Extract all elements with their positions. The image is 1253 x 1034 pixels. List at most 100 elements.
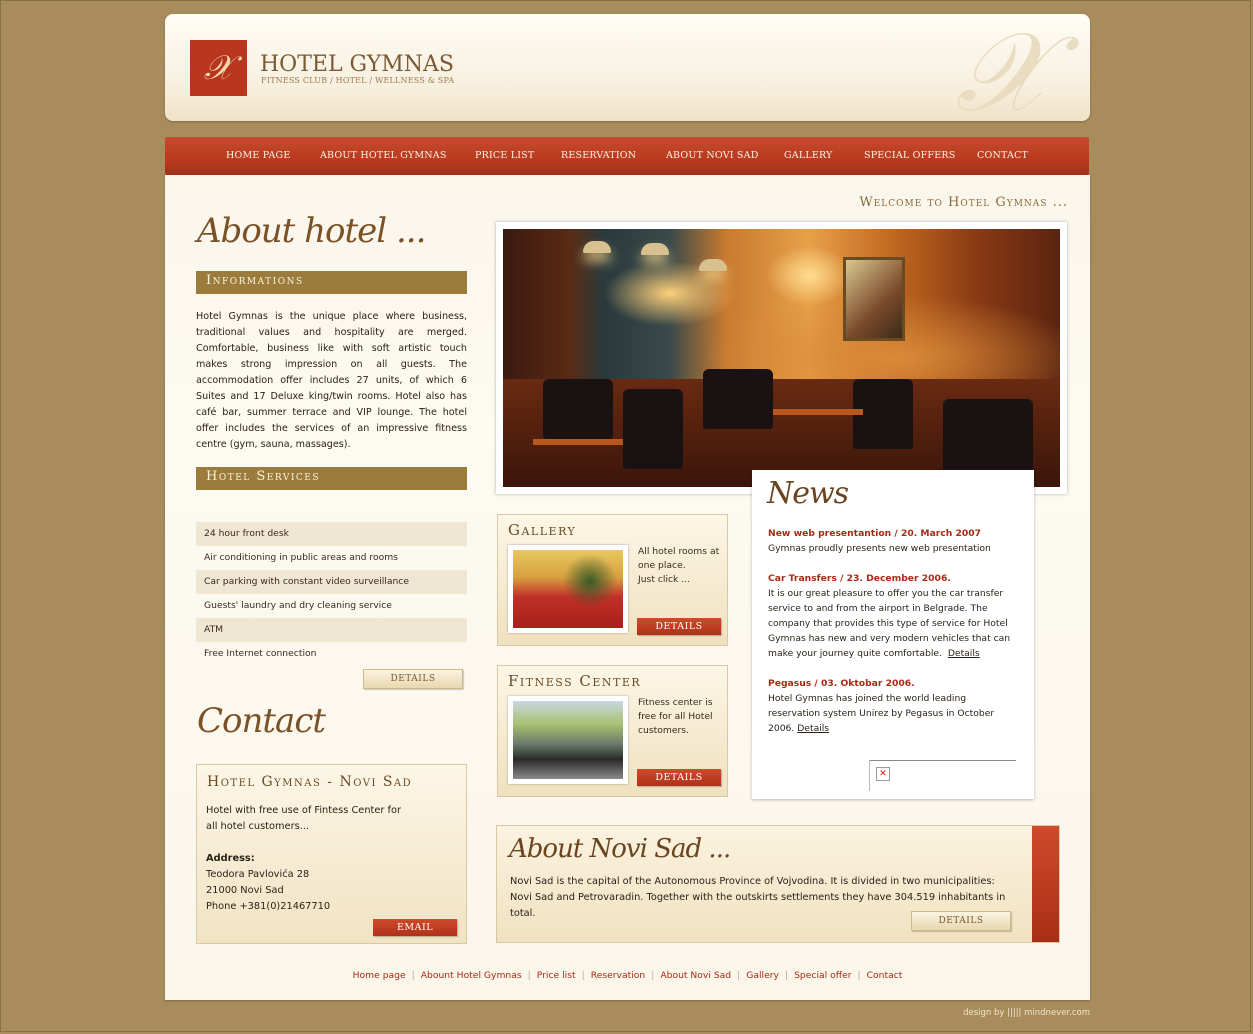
table [773,409,863,415]
news-details-link[interactable]: Details [797,723,829,734]
hotel-photo-frame [496,222,1067,494]
welcome-heading: Welcome to Hotel Gymnas ... [859,195,1068,210]
address-street: Teodora Pavlovića 28 [206,869,310,880]
fitness-center-box: Fitness Center Fitness center is free fo… [497,665,728,797]
list-item: 24 hour front desk [196,522,467,546]
footer-link-reservation[interactable]: Reservation [591,970,646,981]
news-title: News [767,476,849,511]
site-header: 𝒳 HOTEL GYMNAS FITNESS CLUB / HOTEL / WE… [165,14,1090,121]
chair [623,389,683,469]
services-details-button[interactable]: DETAILS [363,669,463,689]
footer-separator: | [527,970,531,981]
informations-text: Hotel Gymnas is the unique place where b… [196,311,467,450]
wall-painting [843,257,905,341]
footer-separator: | [737,970,741,981]
header-ornament-icon: 𝒳 [955,14,1050,121]
contact-box-title: Hotel Gymnas - Novi Sad [207,774,413,790]
footer-link-special-offer[interactable]: Special offer [794,970,851,981]
fitness-center-title: Fitness Center [508,672,642,690]
gallery-title: Gallery [508,521,577,539]
site-title[interactable]: HOTEL GYMNAS [260,52,454,77]
broken-image-placeholder [869,760,1016,791]
gallery-box: Gallery All hotel rooms at one place. Ju… [497,514,728,646]
footer-separator: | [857,970,861,981]
contact-phone: Phone +381(0)21467710 [206,901,331,912]
hotel-services-heading: Hotel Services [196,467,467,490]
news-details-link[interactable]: Details [948,648,980,659]
gallery-thumbnail[interactable] [508,545,628,633]
email-button[interactable]: EMAIL [373,919,457,936]
footer-link-contact[interactable]: Contact [867,970,903,981]
accent-strip [1032,826,1059,942]
news-panel: News New web presentantion / 20. March 2… [752,470,1034,799]
fitness-text-line: customers. [638,725,689,736]
informations-heading: Informations [196,271,467,294]
footer-link-about-hotel[interactable]: Abount Hotel Gymnas [421,970,522,981]
footer-separator: | [651,970,655,981]
main-nav: HOME PAGE ABOUT HOTEL GYMNAS PRICE LIST … [165,137,1089,175]
gallery-details-button[interactable]: DETAILS [637,618,721,635]
footer-separator: | [581,970,585,981]
nav-reservation[interactable]: RESERVATION [561,150,636,161]
fitness-text: Fitness center is free for all Hotel cus… [638,696,723,738]
lamp [699,259,727,271]
news-headline[interactable]: Pegasus / 03. Oktobar 2006. [768,676,1018,691]
news-item: Pegasus / 03. Oktobar 2006. Hotel Gymnas… [768,676,1018,736]
chair [943,399,1033,479]
news-headline[interactable]: Car Transfers / 23. December 2006. [768,571,1018,586]
lamp [641,243,669,255]
news-item: Car Transfers / 23. December 2006. It is… [768,571,1018,661]
main-content: Welcome to Hotel Gymnas ... About hotel … [165,175,1090,1000]
designer-credit[interactable]: design by ||||| mindnever.com [963,1008,1090,1018]
nav-contact[interactable]: CONTACT [977,150,1028,161]
contact-intro-line: all hotel customers... [206,821,310,832]
about-novi-sad-title: About Novi Sad ... [509,834,731,864]
nav-price-list[interactable]: PRICE LIST [475,150,534,161]
gallery-text-line: All hotel rooms at [638,546,720,557]
chair [703,369,773,429]
gallery-text-line: one place. [638,560,686,571]
address-label: Address: [206,853,255,864]
address-city: 21000 Novi Sad [206,885,284,896]
fitness-text-line: free for all Hotel [638,711,713,722]
nav-about-novi-sad[interactable]: ABOUT NOVI SAD [666,150,759,161]
list-item: Guests' laundry and dry cleaning service [204,600,392,611]
contact-intro-line: Hotel with free use of Fintess Center fo… [206,805,402,816]
logo-monogram: 𝒳 [203,48,234,88]
footer-link-home[interactable]: Home page [353,970,406,981]
nav-home-page[interactable]: HOME PAGE [226,150,290,161]
broken-image-icon: ✕ [876,767,890,781]
novi-sad-details-button[interactable]: DETAILS [911,911,1011,931]
news-body: It is our great pleasure to offer you th… [768,586,1018,661]
contact-details: Hotel with free use of Fintess Center fo… [206,803,456,915]
services-list: 24 hour front desk Air conditioning in p… [196,522,467,666]
gallery-text-line: Just click ... [638,574,691,585]
fitness-thumbnail[interactable] [508,696,628,784]
nav-gallery[interactable]: GALLERY [784,150,833,161]
list-item: Free Internet connection [204,648,317,659]
hotel-lounge-photo [503,229,1060,487]
hotel-logo[interactable]: 𝒳 [190,40,247,96]
contact-title: Contact [197,701,326,741]
footer-link-novi-sad[interactable]: About Novi Sad [660,970,731,981]
lamp [583,241,611,253]
fitness-image [513,701,623,779]
news-body: Hotel Gymnas has joined the world leadin… [768,691,1018,736]
fitness-details-button[interactable]: DETAILS [637,769,721,786]
news-item: New web presentantion / 20. March 2007 G… [768,526,1018,556]
fitness-text-line: Fitness center is [638,697,713,708]
chair [543,379,613,439]
nav-about-hotel[interactable]: ABOUT HOTEL GYMNAS [320,150,447,161]
footer-link-price-list[interactable]: Price list [537,970,576,981]
nav-special-offers[interactable]: SPECIAL OFFERS [864,150,955,161]
site-subtitle: FITNESS CLUB / HOTEL / WELLNESS & SPA [261,76,455,85]
about-novi-sad-box: About Novi Sad ... Novi Sad is the capit… [496,825,1060,943]
news-body: Gymnas proudly presents new web presenta… [768,543,991,554]
list-item: Air conditioning in public areas and roo… [204,552,398,563]
gallery-image [513,550,623,628]
table [533,439,623,445]
news-headline[interactable]: New web presentantion / 20. March 2007 [768,526,1018,541]
list-item: Car parking with constant video surveill… [196,570,467,594]
footer-link-gallery[interactable]: Gallery [746,970,779,981]
about-hotel-title: About hotel ... [197,211,426,251]
